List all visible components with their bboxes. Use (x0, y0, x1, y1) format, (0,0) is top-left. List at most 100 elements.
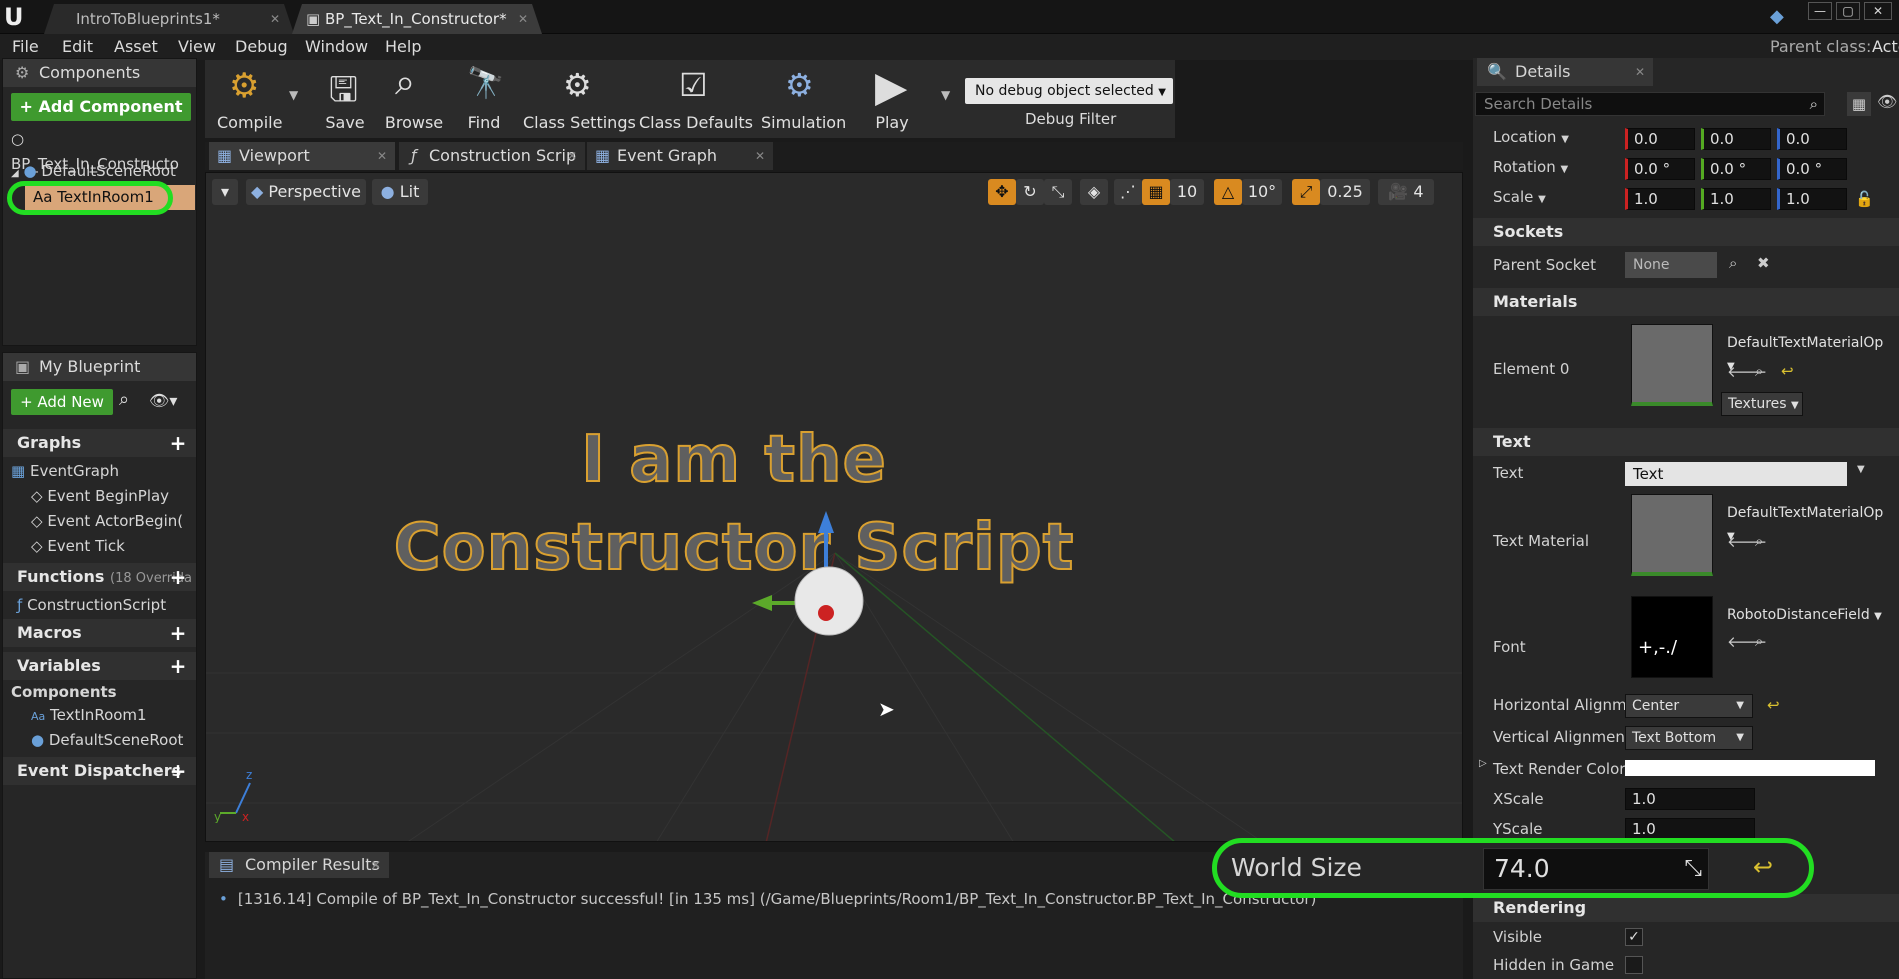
location-z[interactable]: 0.0 (1777, 128, 1847, 150)
scale-z[interactable]: 1.0 (1777, 188, 1847, 210)
rotation-snap-toggle[interactable]: △ (1214, 179, 1242, 205)
parent-socket-field[interactable]: None (1625, 252, 1717, 278)
close-icon[interactable]: ✕ (518, 4, 528, 34)
text-section[interactable]: Text (1473, 428, 1899, 456)
menu-view[interactable]: View (178, 34, 216, 60)
close-icon[interactable]: ✕ (270, 4, 280, 34)
tab-event-graph[interactable]: ▦ Event Graph ✕ (587, 142, 773, 170)
text-field[interactable]: Text (1625, 462, 1847, 486)
material-select[interactable]: DefaultTextMaterialOp ▼ (1721, 332, 1891, 372)
tab-viewport[interactable]: ▦ Viewport ✕ (209, 142, 395, 170)
world-size-field[interactable]: 74.0 ⤡ (1483, 848, 1709, 890)
details-tab[interactable]: 🔍 Details ✕ (1477, 58, 1653, 86)
compile-button[interactable]: ⚙ Compile (209, 60, 293, 138)
add-new-button[interactable]: + Add New (11, 389, 113, 415)
scale-x[interactable]: 1.0 (1625, 188, 1695, 210)
add-macro-button[interactable]: + (168, 623, 188, 643)
location-y[interactable]: 0.0 (1701, 128, 1771, 150)
event-tick[interactable]: ◇ Event Tick (31, 534, 125, 559)
functions-section[interactable]: Functions (18 Overrida + (3, 563, 196, 591)
compile-options-dropdown[interactable]: ▼ (289, 88, 298, 102)
rotation-z[interactable]: 0.0 ° (1777, 158, 1847, 180)
xscale-field[interactable]: 1.0 (1625, 788, 1755, 810)
scale-snap-toggle[interactable]: ⤢ (1292, 179, 1320, 205)
graph-eventgraph[interactable]: ▦ EventGraph (11, 459, 119, 484)
add-function-button[interactable]: + (168, 567, 188, 587)
close-icon[interactable]: ✕ (377, 142, 387, 170)
close-window-button[interactable]: ✕ (1864, 2, 1892, 20)
search-icon[interactable]: ⌕ (1729, 254, 1737, 272)
grid-snap-toggle[interactable]: ▦ (1142, 179, 1170, 205)
tab-bp-text-in-constructor[interactable]: ▣ BP_Text_In_Constructor* ✕ (292, 4, 542, 34)
textures-dropdown[interactable]: Textures ▼ (1721, 392, 1803, 416)
macros-section[interactable]: Macros + (3, 619, 196, 647)
play-options-dropdown[interactable]: ▼ (941, 88, 950, 102)
scale-tool-button[interactable]: ⤡ (1044, 179, 1072, 205)
add-variable-button[interactable]: + (168, 656, 188, 676)
event-actorbegin[interactable]: ◇ Event ActorBegin( (31, 509, 183, 534)
grid-snap-value[interactable]: 10 (1170, 179, 1204, 205)
save-button[interactable]: 🖫 Save (311, 60, 379, 138)
variable-textinroom1[interactable]: Aa TextInRoom1 (31, 703, 147, 728)
yscale-field[interactable]: 1.0 (1625, 818, 1755, 840)
variable-defaultsceneroot[interactable]: ● DefaultSceneRoot (31, 728, 183, 753)
font-select[interactable]: RobotoDistanceField ▼ (1721, 604, 1891, 628)
text-material-select[interactable]: DefaultTextMaterialOp ▼ (1721, 502, 1891, 542)
scale-label[interactable]: Scale ▼ (1493, 188, 1546, 206)
font-thumbnail[interactable]: +,-./ (1631, 596, 1713, 678)
text-material-thumbnail[interactable] (1631, 494, 1713, 576)
material-thumbnail[interactable] (1631, 324, 1713, 406)
variables-section[interactable]: Variables + (3, 652, 196, 680)
sockets-section[interactable]: Sockets (1473, 218, 1899, 246)
event-beginplay[interactable]: ◇ Event BeginPlay (31, 484, 169, 509)
close-icon[interactable]: ✕ (371, 852, 381, 878)
search-icon[interactable]: ⌕ (119, 389, 141, 415)
close-icon[interactable]: ✕ (1635, 58, 1645, 86)
menu-edit[interactable]: Edit (62, 34, 93, 60)
add-dispatcher-button[interactable]: + (168, 761, 188, 781)
class-defaults-button[interactable]: ☑ Class Defaults (639, 60, 753, 138)
transform-gizmo[interactable] (726, 503, 886, 653)
find-button[interactable]: 🔭 Find (451, 60, 517, 138)
eye-icon[interactable]: 👁 (1877, 92, 1897, 111)
slider-handle-icon[interactable]: ⤡ (1684, 849, 1702, 889)
horizontal-alignment-select[interactable]: Center ▼ (1625, 694, 1753, 718)
world-local-button[interactable]: ◈ (1080, 179, 1108, 205)
compiler-message[interactable]: • [1316.14] Compile of BP_Text_In_Constru… (219, 890, 1316, 908)
scale-y[interactable]: 1.0 (1701, 188, 1771, 210)
maximize-button[interactable]: ▢ (1836, 2, 1860, 20)
debug-object-select[interactable]: No debug object selected ▼ (965, 78, 1173, 104)
parent-class-value[interactable]: Acto (1872, 34, 1899, 60)
clear-icon[interactable]: ✖ (1757, 254, 1770, 272)
lit-button[interactable]: ● Lit (372, 179, 428, 205)
compiler-results-tab[interactable]: ▤ Compiler Results ✕ (209, 852, 389, 878)
menu-file[interactable]: File (12, 34, 39, 60)
unreal-logo-icon[interactable]: U (4, 4, 30, 30)
my-blueprint-tab[interactable]: ▣ My Blueprint (3, 353, 196, 381)
lock-icon[interactable]: 🔓 (1855, 190, 1874, 208)
reset-icon[interactable]: ↩ (1753, 853, 1773, 881)
rotate-tool-button[interactable]: ↻ (1016, 179, 1044, 205)
details-search-field[interactable]: Search Details ⌕ (1475, 92, 1825, 116)
camera-speed-button[interactable]: 🎥 4 (1378, 179, 1434, 205)
location-x[interactable]: 0.0 (1625, 128, 1695, 150)
text-options-dropdown[interactable]: ▼ (1857, 464, 1865, 475)
minimize-button[interactable]: — (1808, 2, 1832, 20)
rotation-snap-value[interactable]: 10° (1242, 179, 1282, 205)
location-label[interactable]: Location ▼ (1493, 128, 1569, 146)
eye-icon[interactable]: 👁▾ (149, 391, 177, 410)
class-settings-button[interactable]: ⚙ Class Settings (523, 60, 636, 138)
close-icon[interactable]: ✕ (567, 142, 577, 170)
tab-construction-script[interactable]: ƒ Construction Scrip ✕ (399, 142, 585, 170)
scale-snap-value[interactable]: 0.25 (1320, 179, 1370, 205)
browse-icon[interactable]: ⌕ (1755, 362, 1763, 380)
tree-item-root[interactable]: ○ BP_Text_In_Constructo (11, 127, 195, 173)
expand-arrow-icon[interactable]: ◢ (11, 168, 19, 179)
rendering-section[interactable]: Rendering (1473, 894, 1899, 922)
menu-asset[interactable]: Asset (114, 34, 158, 60)
viewport[interactable]: ▾ ◆ Perspective ● Lit ✥ ↻ ⤡ ◈ ⋰ ▦ 10 △ 1… (205, 172, 1463, 842)
visible-checkbox[interactable]: ✓ (1625, 928, 1643, 946)
surface-snap-button[interactable]: ⋰ (1114, 179, 1142, 205)
reset-icon[interactable]: ↩ (1781, 362, 1794, 380)
perspective-button[interactable]: ◆ Perspective (246, 179, 366, 205)
